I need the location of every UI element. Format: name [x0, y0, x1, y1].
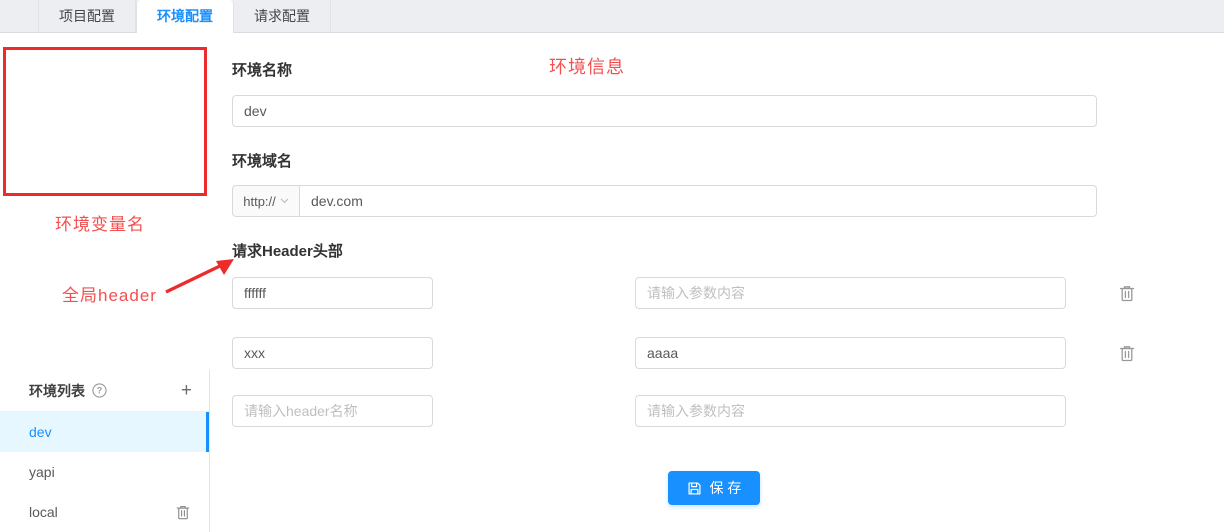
env-item-label: dev [29, 424, 52, 440]
env-item-yapi[interactable]: yapi [0, 452, 209, 492]
header-row [232, 337, 1218, 369]
header-name-input[interactable] [232, 277, 433, 309]
delete-header-row-icon[interactable] [1118, 344, 1136, 363]
environment-form: 环境名称 环境域名 http:// 请求Header头部 [211, 41, 1218, 532]
protocol-select[interactable]: http:// [232, 185, 300, 217]
header-row [232, 395, 1218, 427]
tab-project-config[interactable]: 项目配置 [38, 0, 136, 33]
env-item-label: yapi [29, 464, 55, 480]
header-value-input[interactable] [635, 337, 1066, 369]
add-environment-icon[interactable]: + [181, 381, 192, 400]
env-item-local[interactable]: local [0, 492, 209, 532]
header-name-input[interactable] [232, 395, 433, 427]
protocol-value: http:// [243, 194, 276, 209]
annotation-box-environment-list [3, 47, 207, 196]
header-name-input[interactable] [232, 337, 433, 369]
header-value-input[interactable] [635, 395, 1066, 427]
environment-sidebar: 环境列表 ? + dev yapi local [0, 370, 210, 532]
environment-list-header: 环境列表 ? + [0, 370, 209, 412]
env-domain-group: http:// [232, 185, 1097, 217]
delete-header-row-icon[interactable] [1118, 284, 1136, 303]
save-button[interactable]: 保 存 [668, 471, 760, 505]
env-item-label: local [29, 504, 58, 520]
env-item-dev[interactable]: dev [0, 412, 209, 452]
save-button-label: 保 存 [710, 478, 742, 498]
tab-request-config[interactable]: 请求配置 [234, 0, 331, 33]
env-domain-input[interactable] [300, 185, 1097, 217]
annotation-global-header: 全局header [62, 281, 157, 306]
env-name-label: 环境名称 [232, 60, 1218, 82]
annotation-env-variable-name: 环境变量名 [55, 210, 145, 235]
config-tabbar: 项目配置 环境配置 请求配置 [0, 0, 1224, 33]
environment-list-title: 环境列表 [29, 381, 85, 401]
env-name-input[interactable] [232, 95, 1097, 127]
svg-text:?: ? [97, 386, 102, 396]
delete-environment-icon[interactable] [175, 504, 191, 521]
request-header-label: 请求Header头部 [232, 241, 1218, 263]
header-value-input[interactable] [635, 277, 1066, 309]
tab-environment-config[interactable]: 环境配置 [136, 0, 234, 33]
save-icon [687, 481, 702, 496]
header-row [232, 277, 1218, 309]
chevron-down-icon [280, 198, 289, 204]
help-circle-icon[interactable]: ? [92, 383, 107, 398]
env-domain-label: 环境域名 [232, 151, 1218, 173]
